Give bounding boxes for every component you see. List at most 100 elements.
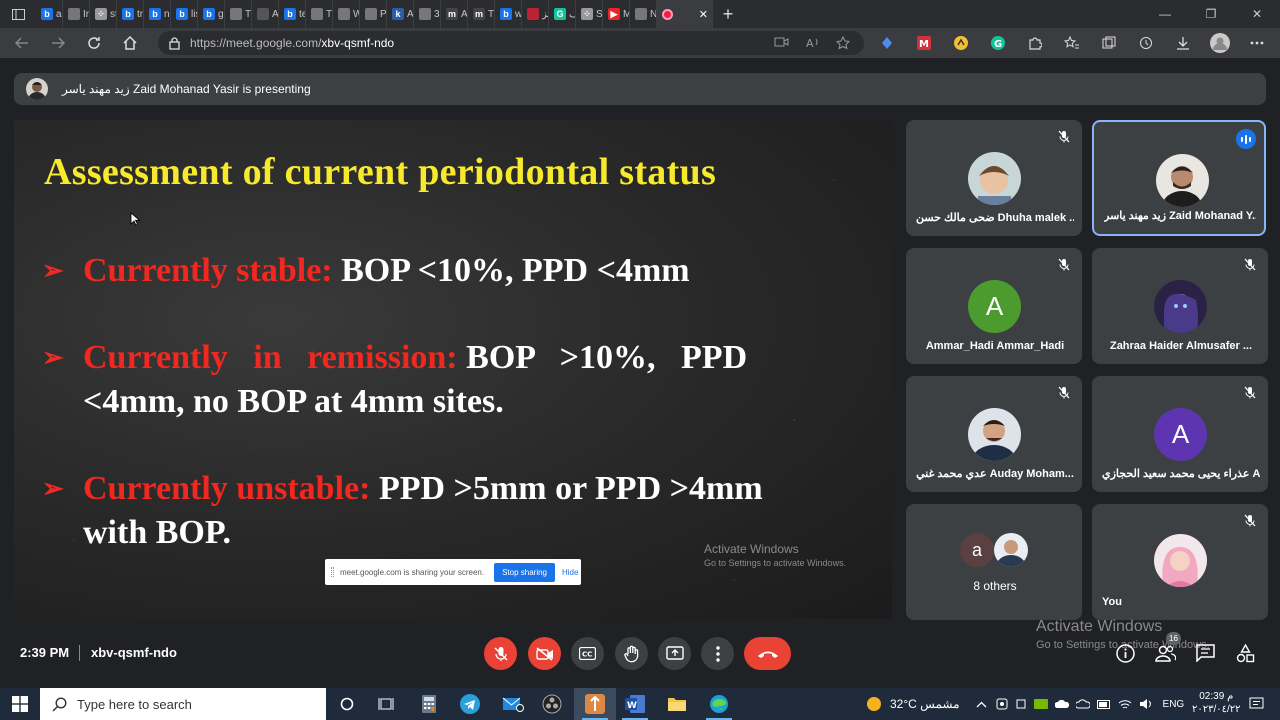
file-explorer-app[interactable] xyxy=(656,688,698,720)
tray-app-icon[interactable] xyxy=(996,698,1008,710)
notifications-button[interactable] xyxy=(1236,688,1276,720)
browser-menu-button[interactable] xyxy=(1238,28,1275,58)
browser-tab[interactable]: ⁘sta xyxy=(90,0,117,28)
back-button[interactable] xyxy=(4,28,40,58)
teacher-app[interactable] xyxy=(574,688,616,720)
extension-shield-button[interactable] xyxy=(868,28,905,58)
participant-name: ضحى مالك حسن Dhuha malek ... xyxy=(916,212,1074,224)
home-button[interactable] xyxy=(112,28,148,58)
browser-tab[interactable]: Pre xyxy=(360,0,387,28)
browser-tab[interactable]: blist xyxy=(171,0,198,28)
camera-button[interactable] xyxy=(528,637,561,670)
mail-icon xyxy=(502,697,524,712)
profile-button[interactable] xyxy=(1201,28,1238,58)
browser-tab[interactable]: kAR xyxy=(387,0,414,28)
participant-tile[interactable]: Zahraa Haider Almusafer ... xyxy=(1092,248,1268,364)
browser-tab[interactable]: Au xyxy=(252,0,279,28)
stop-sharing-button[interactable]: Stop sharing xyxy=(494,562,555,582)
nvidia-icon[interactable] xyxy=(1033,699,1048,709)
browser-tab[interactable]: ▶Mi xyxy=(603,0,630,28)
task-view-button[interactable] xyxy=(365,688,407,720)
maximize-button[interactable]: ❐ xyxy=(1188,0,1234,28)
start-button[interactable] xyxy=(0,688,40,720)
browser-tab[interactable]: Tin xyxy=(225,0,252,28)
browser-tab[interactable]: bnul xyxy=(144,0,171,28)
browser-tab[interactable]: bwh xyxy=(495,0,522,28)
new-tab-button[interactable]: + xyxy=(713,0,743,28)
downloads-button[interactable] xyxy=(1164,28,1201,58)
tray-app-icon[interactable] xyxy=(1015,698,1027,710)
favorites-button[interactable] xyxy=(1053,28,1090,58)
mail-app[interactable] xyxy=(492,688,534,720)
chevron-up-icon[interactable] xyxy=(976,701,987,708)
browser-tab[interactable]: Gكيف xyxy=(549,0,576,28)
collections-button[interactable] xyxy=(1090,28,1127,58)
browser-tab[interactable]: bget xyxy=(198,0,225,28)
close-window-button[interactable]: ✕ xyxy=(1234,0,1280,28)
volume-icon[interactable] xyxy=(1139,698,1153,710)
participant-tile[interactable]: You xyxy=(1092,504,1268,620)
present-button[interactable] xyxy=(658,637,691,670)
refresh-button[interactable] xyxy=(76,28,112,58)
browser-tab[interactable]: تنز xyxy=(522,0,549,28)
battery-icon[interactable] xyxy=(1096,699,1111,709)
telegram-icon xyxy=(460,694,480,714)
participant-tile[interactable]: عدي محمد غني Auday Moham... xyxy=(906,376,1082,492)
browser-tab[interactable]: mTin xyxy=(468,0,495,28)
language-indicator[interactable]: ENG xyxy=(1163,699,1185,710)
system-clock[interactable]: 02:39 م ٢٠٢٣/٠٤/٢٢ xyxy=(1192,690,1241,716)
info-icon xyxy=(1116,644,1135,663)
browser-tab[interactable]: Intr xyxy=(63,0,90,28)
edge-app[interactable] xyxy=(698,688,740,720)
participant-tile[interactable]: ضحى مالك حسن Dhuha malek ... xyxy=(906,120,1082,236)
microphone-button[interactable] xyxy=(484,637,517,670)
browser-tab[interactable]: Tin xyxy=(306,0,333,28)
telegram-app[interactable] xyxy=(449,688,491,720)
calculator-app[interactable] xyxy=(408,688,450,720)
history-button[interactable] xyxy=(1127,28,1164,58)
extension-m-button[interactable]: M xyxy=(905,28,942,58)
close-tab-icon[interactable]: ✕ xyxy=(699,8,708,21)
cortana-button[interactable] xyxy=(326,688,368,720)
browser-tab[interactable]: btra xyxy=(117,0,144,28)
browser-tab[interactable]: 3.p xyxy=(414,0,441,28)
tab-actions-button[interactable] xyxy=(0,0,36,28)
extension-grammarly-button[interactable]: G xyxy=(979,28,1016,58)
browser-tab[interactable]: mAR xyxy=(441,0,468,28)
captions-button[interactable]: CC xyxy=(571,637,604,670)
tab-active[interactable]: ✕ xyxy=(657,0,713,28)
extensions-button[interactable] xyxy=(1016,28,1053,58)
meeting-details-button[interactable] xyxy=(1116,644,1135,663)
browser-tab[interactable]: bter xyxy=(279,0,306,28)
participant-tile[interactable]: A Ammar_Hadi Ammar_Hadi xyxy=(906,248,1082,364)
weather-text[interactable]: 32°C مشمس xyxy=(890,697,960,711)
more-options-button[interactable] xyxy=(701,637,734,670)
cloud-icon[interactable] xyxy=(1075,699,1090,709)
browser-tab[interactable]: ⁘SA xyxy=(576,0,603,28)
word-app[interactable]: W xyxy=(614,688,656,720)
wifi-icon[interactable] xyxy=(1118,698,1132,710)
chat-button[interactable] xyxy=(1196,644,1215,662)
obs-app[interactable] xyxy=(531,688,573,720)
onedrive-icon[interactable] xyxy=(1054,699,1069,709)
forward-button[interactable] xyxy=(40,28,76,58)
grammarly-icon: G xyxy=(990,36,1005,50)
participant-tile[interactable]: A عذراء يحيى محمد سعيد الحجازي At... xyxy=(1092,376,1268,492)
hide-button[interactable]: Hide xyxy=(562,568,578,577)
extension-yellow-button[interactable] xyxy=(942,28,979,58)
browser-tab[interactable]: barit xyxy=(36,0,63,28)
presenting-text: زيد مهند ياسر Zaid Mohanad Yasir is pres… xyxy=(62,82,311,96)
address-bar[interactable]: https://meet.google.com/xbv-qsmf-ndo A xyxy=(158,31,864,55)
drag-handle[interactable] xyxy=(331,567,334,577)
taskbar-search-box[interactable]: Type here to search xyxy=(40,688,326,720)
participant-tile[interactable]: زيد مهند ياسر Zaid Mohanad Y... xyxy=(1092,120,1266,236)
people-button[interactable] xyxy=(1155,644,1176,662)
activities-button[interactable] xyxy=(1236,644,1255,663)
browser-tab[interactable]: Ne xyxy=(630,0,657,28)
minimize-button[interactable]: — xyxy=(1142,0,1188,28)
leave-call-button[interactable] xyxy=(744,637,791,670)
bing-icon: b xyxy=(500,8,512,20)
browser-tab[interactable]: Wh xyxy=(333,0,360,28)
participant-tile[interactable]: a 8 others xyxy=(906,504,1082,620)
raise-hand-button[interactable] xyxy=(615,637,648,670)
